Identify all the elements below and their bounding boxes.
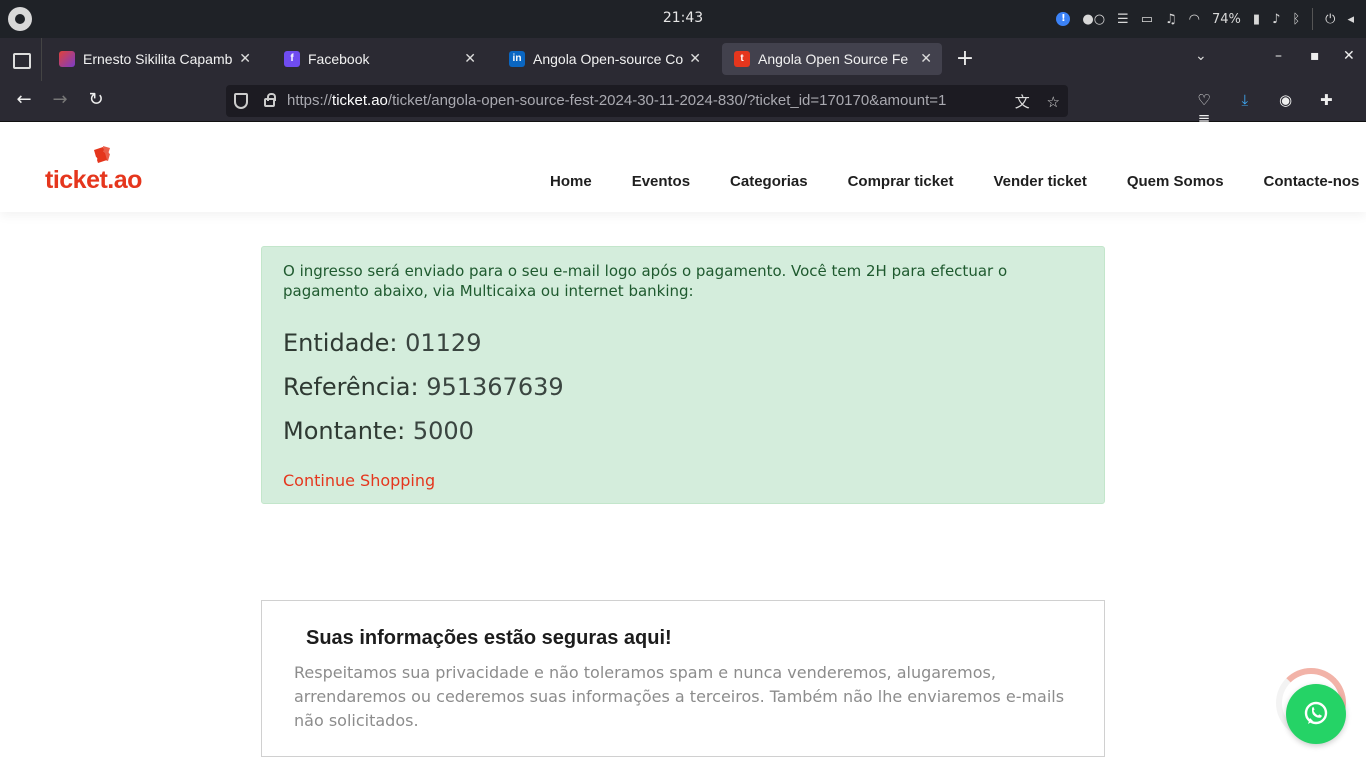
- tracking-shield-icon[interactable]: [234, 93, 248, 109]
- linkedin-icon: in: [509, 51, 525, 67]
- vivaldi-icon: [59, 51, 75, 67]
- payment-message: O ingresso será enviado para o seu e-mai…: [283, 262, 1008, 300]
- menu-quem-somos[interactable]: Quem Somos: [1127, 173, 1224, 190]
- pocket-icon[interactable]: ♡: [1186, 91, 1222, 109]
- site-header: ticket.ao Home Eventos Categorias Compra…: [0, 122, 1366, 212]
- tab-overview-button[interactable]: [0, 38, 42, 81]
- tab-ernesto[interactable]: Ernesto Sikilita Capamb ✕: [47, 43, 261, 75]
- whatsapp-chat-button[interactable]: [1286, 684, 1346, 744]
- close-tab-icon[interactable]: ✕: [239, 50, 251, 67]
- downloads-icon[interactable]: ⤓: [1227, 91, 1263, 109]
- referencia-label: Referência:: [283, 373, 419, 401]
- close-tab-icon[interactable]: ✕: [689, 50, 701, 67]
- os-top-bar: 21:43 ! ●○ ☰ ▭ ♫ ◠ 74% ▮ ♪ ᛒ ⏻ ◂: [0, 0, 1366, 38]
- referencia-value: 951367639: [426, 373, 564, 401]
- url-bar-actions: 文 ☆: [1003, 91, 1060, 112]
- new-tab-plus-icon[interactable]: +: [955, 43, 975, 75]
- menu-contacte-nos[interactable]: Contacte-nos: [1264, 173, 1360, 190]
- entidade-label: Entidade:: [283, 329, 398, 357]
- menu-categorias[interactable]: Categorias: [730, 173, 808, 190]
- privacy-text: Respeitamos sua privacidade e não tolera…: [294, 663, 1065, 730]
- browser-nav-bar: ← → ↻ https://ticket.ao/ticket/angola-op…: [0, 81, 1366, 127]
- main-menu: Home Eventos Categorias Comprar ticket V…: [550, 173, 1359, 190]
- tray-divider: [1312, 8, 1314, 30]
- forward-arrow-icon[interactable]: →: [48, 89, 72, 110]
- tab-title: Ernesto Sikilita Capamb: [83, 51, 233, 67]
- entidade-line: Entidade: 01129: [283, 329, 481, 357]
- menu-lines-icon[interactable]: ☰: [1117, 12, 1129, 27]
- system-tray: ! ●○ ☰ ▭ ♫ ◠ 74% ▮ ♪ ᛒ ⏻ ◂: [1056, 0, 1366, 38]
- url-bar[interactable]: https://ticket.ao/ticket/angola-open-sou…: [226, 85, 1068, 117]
- battery-icon: ▮: [1252, 11, 1261, 27]
- url-host: ticket.ao: [332, 92, 388, 109]
- panel-collapse-icon[interactable]: ◂: [1347, 12, 1354, 27]
- tab-angola-open-source-fest[interactable]: t Angola Open Source Fe ✕: [722, 43, 942, 75]
- notification-alert-icon[interactable]: !: [1056, 12, 1071, 26]
- bell-icon[interactable]: ♫: [1165, 12, 1177, 27]
- menu-comprar-ticket[interactable]: Comprar ticket: [848, 173, 954, 190]
- extensions-icon[interactable]: ✚: [1308, 91, 1344, 109]
- wifi-icon[interactable]: ◠: [1189, 12, 1200, 27]
- privacy-notice: Suas informações estão seguras aqui! Res…: [261, 600, 1105, 757]
- close-tab-icon[interactable]: ✕: [464, 50, 476, 67]
- maximize-icon[interactable]: ▪: [1310, 48, 1320, 64]
- logo-text: ticket.ao: [45, 166, 142, 194]
- power-icon[interactable]: ⏻: [1325, 12, 1335, 27]
- menu-home[interactable]: Home: [550, 173, 592, 190]
- back-arrow-icon[interactable]: ←: [12, 89, 36, 110]
- tab-title: Angola Open Source Fe: [758, 51, 909, 67]
- montante-line: Montante: 5000: [283, 417, 474, 445]
- facebook-icon: f: [284, 51, 300, 67]
- minimize-icon[interactable]: –: [1275, 48, 1282, 64]
- folder-icon[interactable]: ▭: [1141, 12, 1153, 27]
- referencia-line: Referência: 951367639: [283, 373, 564, 401]
- menu-vender-ticket[interactable]: Vender ticket: [993, 173, 1086, 190]
- entidade-value: 01129: [405, 329, 482, 357]
- ticket-icon: t: [734, 51, 750, 67]
- whatsapp-icon: [1304, 701, 1328, 725]
- url-text[interactable]: https://ticket.ao/ticket/angola-open-sou…: [287, 92, 1007, 109]
- volume-icon[interactable]: ♪: [1272, 12, 1280, 27]
- list-all-tabs-chevron-icon[interactable]: ⌄: [1195, 48, 1207, 64]
- url-scheme: https://: [287, 92, 333, 109]
- site-logo[interactable]: ticket.ao: [45, 144, 160, 194]
- reload-icon[interactable]: ↻: [84, 89, 108, 110]
- payment-alert: O ingresso será enviado para o seu e-mai…: [261, 246, 1105, 504]
- tab-title: Facebook: [308, 51, 370, 67]
- privacy-title: Suas informações estão seguras aqui!: [306, 627, 672, 649]
- url-path: /ticket/angola-open-source-fest-2024-30-…: [387, 92, 947, 109]
- tab-title: Angola Open-source Co: [533, 51, 684, 67]
- montante-value: 5000: [412, 417, 474, 445]
- web-page: ticket.ao Home Eventos Categorias Compra…: [0, 122, 1366, 768]
- menu-eventos[interactable]: Eventos: [632, 173, 690, 190]
- continue-shopping-link[interactable]: Continue Shopping: [283, 471, 435, 490]
- tab-linkedin[interactable]: in Angola Open-source Co ✕: [497, 43, 711, 75]
- close-window-icon[interactable]: ✕: [1343, 48, 1355, 64]
- bluetooth-icon[interactable]: ᛒ: [1292, 12, 1300, 27]
- account-icon[interactable]: ◉: [1268, 91, 1304, 109]
- close-tab-icon[interactable]: ✕: [920, 50, 932, 67]
- tab-facebook[interactable]: f Facebook ✕: [272, 43, 486, 75]
- bookmark-star-icon[interactable]: ☆: [1047, 93, 1060, 111]
- ticket-logo-icon: [94, 146, 110, 163]
- lock-icon[interactable]: [264, 93, 276, 107]
- battery-label: 74%: [1212, 11, 1241, 27]
- translate-icon[interactable]: 文: [1015, 93, 1030, 111]
- montante-label: Montante:: [283, 417, 406, 445]
- workspace-indicator-icon[interactable]: ●○: [1082, 12, 1105, 27]
- browser-tab-bar: Ernesto Sikilita Capamb ✕ f Facebook ✕ i…: [0, 38, 1366, 81]
